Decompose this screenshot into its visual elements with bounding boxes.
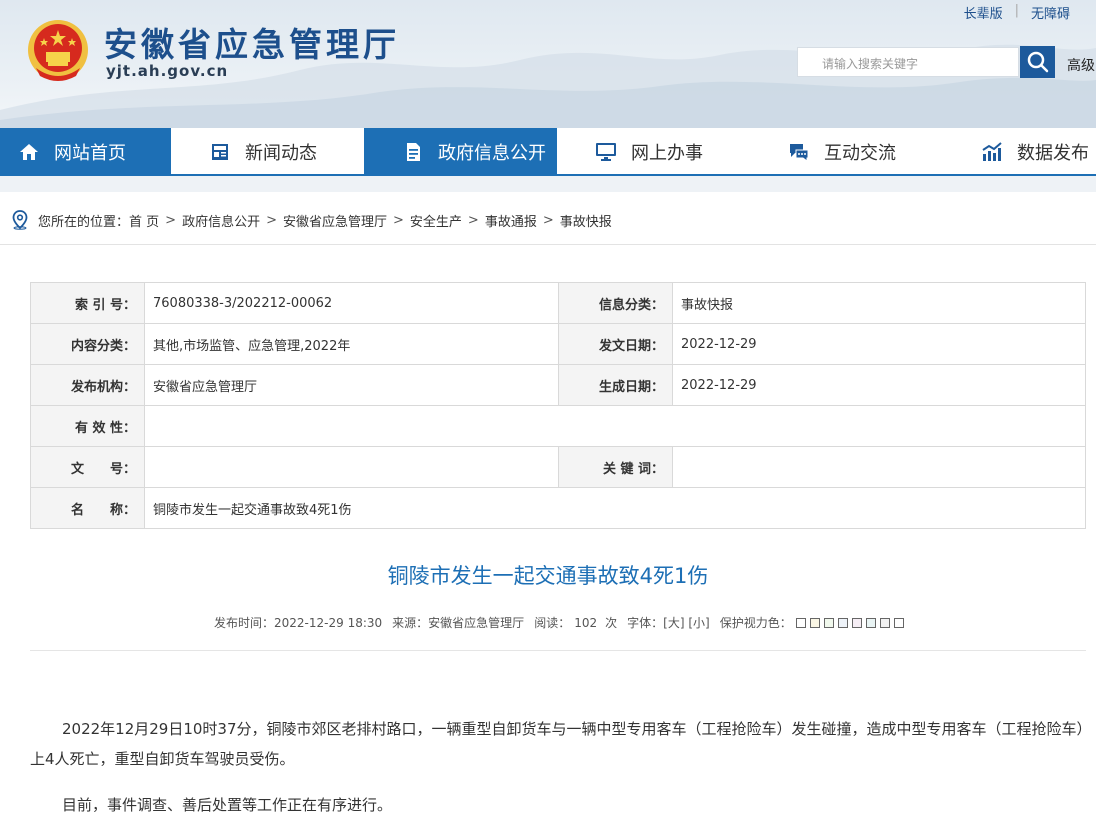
link-separator: | xyxy=(1014,3,1019,18)
category-label: 信息分类： xyxy=(558,282,673,324)
breadcrumb-separator: > xyxy=(266,212,277,228)
issue-date-label: 发文日期： xyxy=(558,323,673,365)
breadcrumb-item[interactable]: 首 页 xyxy=(129,211,159,230)
chart-icon xyxy=(981,141,1003,163)
breadcrumb: 您所在的位置： 首 页 > 政府信息公开 > 安徽省应急管理厅 > 安全生产 >… xyxy=(10,210,612,230)
breadcrumb-item[interactable]: 事故快报 xyxy=(560,211,612,230)
breadcrumb-item[interactable]: 安全生产 xyxy=(410,211,462,230)
top-links: 长辈版 | 无障碍 xyxy=(964,3,1070,22)
home-icon xyxy=(18,141,40,163)
keywords-value xyxy=(672,446,1086,488)
index-value: 76080338-3/202212-00062 xyxy=(144,282,559,324)
views-unit: 次 xyxy=(605,616,618,630)
meta-divider xyxy=(30,650,1086,651)
article-meta: 发布时间： 2022-12-29 18:30 来源： 安徽省应急管理厅 阅读： … xyxy=(214,614,904,631)
validity-value xyxy=(144,405,1086,447)
nav-shadow-strip xyxy=(0,176,1096,192)
news-icon xyxy=(209,141,231,163)
nav-item-home[interactable]: 网站首页 xyxy=(0,128,171,176)
nav-label: 网站首页 xyxy=(54,143,126,164)
chat-icon xyxy=(788,141,810,163)
font-small-button[interactable]: [小] xyxy=(688,614,709,631)
publish-time-label: 发布时间： xyxy=(214,616,275,630)
name-label: 名 称： xyxy=(30,487,145,529)
eye-care-label: 保护视力色： xyxy=(719,616,792,630)
search-button[interactable] xyxy=(1020,46,1055,78)
nav-item-interaction[interactable]: 互动交流 xyxy=(750,128,943,176)
nav-label: 互动交流 xyxy=(824,143,896,164)
breadcrumb-separator: > xyxy=(542,212,554,228)
keywords-label: 关 键 词： xyxy=(558,446,673,488)
table-row: 文 号： 关 键 词： xyxy=(30,446,1086,488)
site-title: 安徽省应急管理厅 xyxy=(104,25,400,64)
accessibility-link[interactable]: 无障碍 xyxy=(1031,3,1070,22)
eye-care-swatch[interactable] xyxy=(893,617,904,628)
eye-care-swatch[interactable] xyxy=(809,617,820,628)
nav-label: 数据发布 xyxy=(1017,143,1089,164)
site-header: 安徽省应急管理厅 yjt.ah.gov.cn 长辈版 | 无障碍 请输入搜索关键… xyxy=(0,0,1096,128)
validity-label: 有 效 性： xyxy=(30,405,145,447)
eye-care-swatch[interactable] xyxy=(795,617,806,628)
views-label: 阅读： xyxy=(534,616,571,630)
nav-item-gov-info[interactable]: 政府信息公开 xyxy=(364,128,557,176)
info-table: 索 引 号： 76080338-3/202212-00062 信息分类： 事故快… xyxy=(30,282,1086,529)
nav-item-data-release[interactable]: 数据发布 xyxy=(943,128,1096,176)
name-value: 铜陵市发生一起交通事故致4死1伤 xyxy=(144,487,1086,529)
advanced-search-link[interactable]: 高级 xyxy=(1067,55,1095,75)
nav-label: 网上办事 xyxy=(631,143,703,164)
index-label: 索 引 号： xyxy=(30,282,145,324)
gen-date-value: 2022-12-29 xyxy=(672,364,1086,406)
breadcrumb-item[interactable]: 事故通报 xyxy=(485,211,537,230)
elder-version-link[interactable]: 长辈版 xyxy=(964,3,1003,22)
content-label: 内容分类： xyxy=(30,323,145,365)
breadcrumb-item[interactable]: 安徽省应急管理厅 xyxy=(283,211,387,230)
article-title: 铜陵市发生一起交通事故致4死1伤 xyxy=(387,564,709,588)
source-value: 安徽省应急管理厅 xyxy=(428,616,525,630)
content-value: 其他,市场监管、应急管理,2022年 xyxy=(144,323,559,365)
article-paragraph: 目前，事件调查、善后处置等工作正在有序进行。 xyxy=(62,796,393,814)
main-nav: 网站首页 新闻动态 政府信息公开 网上办事 互动交流 数据发布 xyxy=(0,128,1096,176)
doc-no-value xyxy=(144,446,559,488)
category-value: 事故快报 xyxy=(672,282,1086,324)
breadcrumb-separator: > xyxy=(467,212,479,228)
nav-item-news[interactable]: 新闻动态 xyxy=(171,128,364,176)
article-paragraph: 2022年12月29日10时37分，铜陵市郊区老排村路口，一辆重型自卸货车与一辆… xyxy=(30,720,1085,768)
issue-date-value: 2022-12-29 xyxy=(672,323,1086,365)
nav-label: 新闻动态 xyxy=(245,143,317,164)
search-icon xyxy=(1027,51,1048,73)
eye-care-swatch[interactable] xyxy=(879,617,890,628)
monitor-icon xyxy=(595,141,617,163)
eye-care-swatch[interactable] xyxy=(865,617,876,628)
breadcrumb-separator: > xyxy=(393,212,404,228)
table-row: 有 效 性： xyxy=(30,405,1086,447)
breadcrumb-prefix: 您所在的位置： xyxy=(38,214,130,230)
search-input[interactable]: 请输入搜索关键字 xyxy=(797,47,1019,77)
table-row: 内容分类： 其他,市场监管、应急管理,2022年 发文日期： 2022-12-2… xyxy=(30,323,1086,365)
site-domain: yjt.ah.gov.cn xyxy=(106,62,229,80)
location-pin-icon xyxy=(12,210,28,230)
eye-care-swatch[interactable] xyxy=(851,617,862,628)
table-row: 索 引 号： 76080338-3/202212-00062 信息分类： 事故快… xyxy=(30,282,1086,324)
nav-label: 政府信息公开 xyxy=(438,143,546,164)
gen-date-label: 生成日期： xyxy=(558,364,673,406)
nav-item-online-service[interactable]: 网上办事 xyxy=(557,128,750,176)
eye-care-swatch[interactable] xyxy=(837,617,848,628)
views-count: 102 xyxy=(574,615,598,630)
breadcrumb-separator: > xyxy=(165,212,177,228)
doc-no-label: 文 号： xyxy=(30,446,145,488)
document-icon xyxy=(402,141,424,163)
publish-time: 2022-12-29 18:30 xyxy=(274,615,383,630)
table-row: 发布机构： 安徽省应急管理厅 生成日期： 2022-12-29 xyxy=(30,364,1086,406)
breadcrumb-item[interactable]: 政府信息公开 xyxy=(182,211,260,230)
eye-care-swatch[interactable] xyxy=(823,617,834,628)
publisher-label: 发布机构： xyxy=(30,364,145,406)
font-large-button[interactable]: [大] xyxy=(663,614,684,631)
publisher-value: 安徽省应急管理厅 xyxy=(144,364,559,406)
national-emblem-icon xyxy=(26,18,90,84)
breadcrumb-divider xyxy=(0,244,1096,245)
table-row: 名 称： 铜陵市发生一起交通事故致4死1伤 xyxy=(30,487,1086,529)
source-label: 来源： xyxy=(392,616,429,630)
font-size-label: 字体： xyxy=(627,616,664,630)
